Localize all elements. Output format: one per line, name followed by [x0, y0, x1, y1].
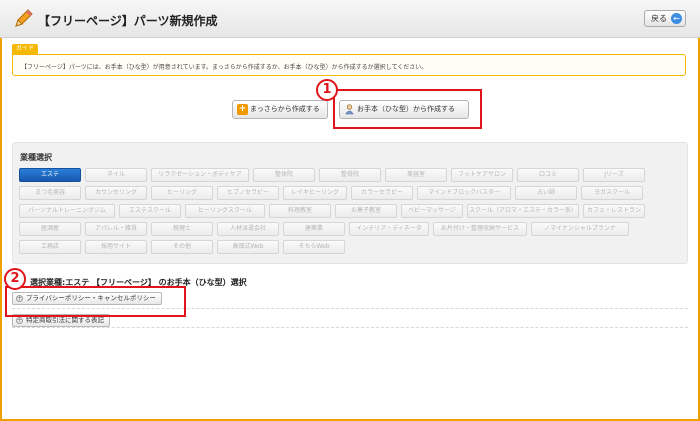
industry-chip[interactable]: 採用サイト: [85, 240, 147, 254]
pencil-icon: [15, 9, 33, 27]
industry-chip[interactable]: フットケアサロン: [451, 168, 513, 182]
industry-chip[interactable]: 高畑式Web: [217, 240, 279, 254]
back-button[interactable]: 戻る ←: [644, 10, 686, 27]
industry-heading: 業種選択: [20, 153, 52, 162]
industry-chip[interactable]: エステスクール: [119, 204, 181, 218]
page-title: 【フリーページ】パーツ新規作成: [38, 14, 218, 28]
industry-chip[interactable]: お菓子教室: [335, 204, 397, 218]
industry-chip[interactable]: 建築業: [283, 222, 345, 236]
industry-chip[interactable]: レイキヒーリング: [283, 186, 347, 200]
page-header: 【フリーページ】パーツ新規作成 戻る ←: [0, 0, 700, 38]
guide-box: 【フリーページ】パーツには、お手本（ひな型）が用意されています。まっさらから作成…: [12, 54, 686, 76]
industry-chip[interactable]: 口コミ: [517, 168, 579, 182]
back-label: 戻る: [651, 14, 667, 23]
industry-chip[interactable]: 居酒屋: [19, 222, 81, 236]
industry-chip[interactable]: カフェ・レストラン: [583, 204, 645, 218]
industry-chip[interactable]: アパレル・雑貨: [85, 222, 147, 236]
industry-chip[interactable]: リラクゼーション・ボディケア: [151, 168, 249, 182]
industry-chip[interactable]: インテリア・ディネータ: [349, 222, 429, 236]
industry-chip[interactable]: カラーセラピー: [351, 186, 413, 200]
industry-chip[interactable]: お片付け・整理収納サービス: [433, 222, 527, 236]
industry-chip[interactable]: 整骨院: [319, 168, 381, 182]
create-from-scratch-button[interactable]: + まっさらから作成する: [232, 100, 328, 119]
template-item-label: 特定商取引法に関する表記: [26, 316, 104, 324]
step-badge-1: 1: [316, 79, 338, 101]
industry-chip[interactable]: ネイル: [85, 168, 147, 182]
divider: [12, 327, 688, 328]
industry-chip[interactable]: 料理教室: [269, 204, 331, 218]
step-badge-2: 2: [4, 268, 26, 290]
industry-chip[interactable]: そちらWeb: [283, 240, 345, 254]
industry-chip[interactable]: ヒーリングスクール: [185, 204, 265, 218]
arrow-left-icon: ←: [671, 13, 682, 24]
industry-chip[interactable]: ヒプノセラピー: [217, 186, 279, 200]
industry-chip[interactable]: 占い師: [515, 186, 577, 200]
industry-chip[interactable]: エステ: [19, 168, 81, 182]
guide-tag: ガイド: [12, 44, 39, 54]
add-circle-icon: +: [16, 317, 23, 324]
industry-chip[interactable]: ベビーマッサージ: [401, 204, 463, 218]
industry-chip[interactable]: 人材派遣会社: [217, 222, 279, 236]
industry-chip[interactable]: カウンセリング: [85, 186, 147, 200]
plus-icon: +: [237, 104, 248, 115]
industry-chip[interactable]: スクール（アロマ・エステ・カラー系）: [467, 204, 579, 218]
industry-chip[interactable]: 工務店: [19, 240, 81, 254]
industry-chip[interactable]: ヨガスクール: [581, 186, 643, 200]
industry-chip[interactable]: 税理士: [151, 222, 213, 236]
industry-chip[interactable]: Jリーズ: [583, 168, 645, 182]
industry-chip[interactable]: マインドブロックバスター: [417, 186, 511, 200]
industry-chip[interactable]: 美容室: [385, 168, 447, 182]
guide-text: 【フリーページ】パーツには、お手本（ひな型）が用意されています。まっさらから作成…: [21, 64, 428, 71]
industry-chip[interactable]: 整体院: [253, 168, 315, 182]
create-from-scratch-label: まっさらから作成する: [250, 105, 320, 113]
industry-panel: 業種選択 エステ ネイル リラクゼーション・ボディケア 整体院 整骨院 美容室 …: [12, 142, 688, 264]
industry-chip[interactable]: ノマイナンシャルプランナ: [531, 222, 629, 236]
industry-chip[interactable]: その他: [151, 240, 213, 254]
industry-chip[interactable]: まつ毛美容: [19, 186, 81, 200]
industry-chip[interactable]: ヒーリング: [151, 186, 213, 200]
highlight-box-template-item: [5, 286, 186, 317]
highlight-box-template-button: [333, 89, 482, 129]
industry-chip[interactable]: パーソナルトレーニングジム: [19, 204, 115, 218]
